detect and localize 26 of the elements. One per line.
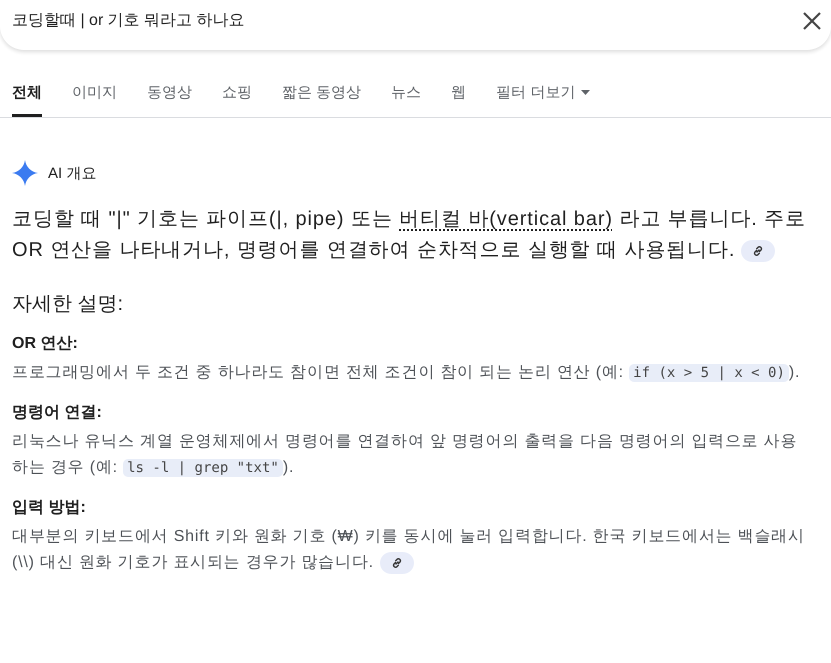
link-button[interactable] xyxy=(380,552,414,574)
explanation-text: 프로그래밍에서 두 조건 중 하나라도 참이면 전체 조건이 참이 되는 논리 연산 (예: if (x > 5 | x < 0) ). xyxy=(12,363,802,384)
explanation-text: 리눅스나 유닉스 계열 운영체제에서 명령어를 연결하여 앞 명령어의 출력을 다음 명령어의 입력으로 사용하는 경우 (예: ls -l | grep "txt" ). xyxy=(12,432,798,479)
section-heading: 자세한 설명: xyxy=(12,292,124,317)
close-icon xyxy=(803,12,821,30)
subsection-title: 입력 방법: xyxy=(12,498,87,518)
filter-tab[interactable]: 전체 xyxy=(12,75,42,117)
subsection-title: OR 연산: xyxy=(12,334,79,354)
filter-tab[interactable]: 필터 더보기 xyxy=(496,75,590,117)
overview-title: AI 개요 xyxy=(48,164,96,182)
summary-paragraph: 코딩할 때 "|" 기호는 파이프(|, pipe) 또는 버티컬 바(vertical bar) 라고 부릅니다. 주로 OR 연산을 나타내거나, 명령어를 연결하여 순차적으로 실행할 때 사용됩니다. xyxy=(12,207,808,264)
filter-tab[interactable]: 쇼핑 xyxy=(222,75,252,117)
explanation-text: 대부분의 키보드에서 Shift 키와 원화 기호 (₩) 키를 동시에 눌러 입력합니다. 한국 키보드에서는 백슬래시(\\) 대신 원화 기호가 표시되는 경우가 많습니다. xyxy=(12,524,812,576)
link-icon xyxy=(752,244,764,257)
search-field[interactable]: 코딩할때 | or 기호 뭐라고 하나요 xyxy=(0,0,831,50)
subsection-title: 명령어 연결: xyxy=(12,403,103,423)
filter-tab[interactable]: 이미지 xyxy=(72,75,117,117)
search-input[interactable]: 코딩할때 | or 기호 뭐라고 하나요 xyxy=(12,11,612,29)
caret-icon xyxy=(581,90,590,95)
filter-tab[interactable]: 짧은 동영상 xyxy=(282,75,362,117)
sparkle-icon xyxy=(12,160,38,186)
filter-tab[interactable]: 웹 xyxy=(451,75,466,117)
link-icon xyxy=(390,556,403,569)
link-button[interactable] xyxy=(741,240,776,262)
filter-tab[interactable]: 동영상 xyxy=(147,75,192,117)
filter-tab[interactable]: 뉴스 xyxy=(391,75,422,117)
